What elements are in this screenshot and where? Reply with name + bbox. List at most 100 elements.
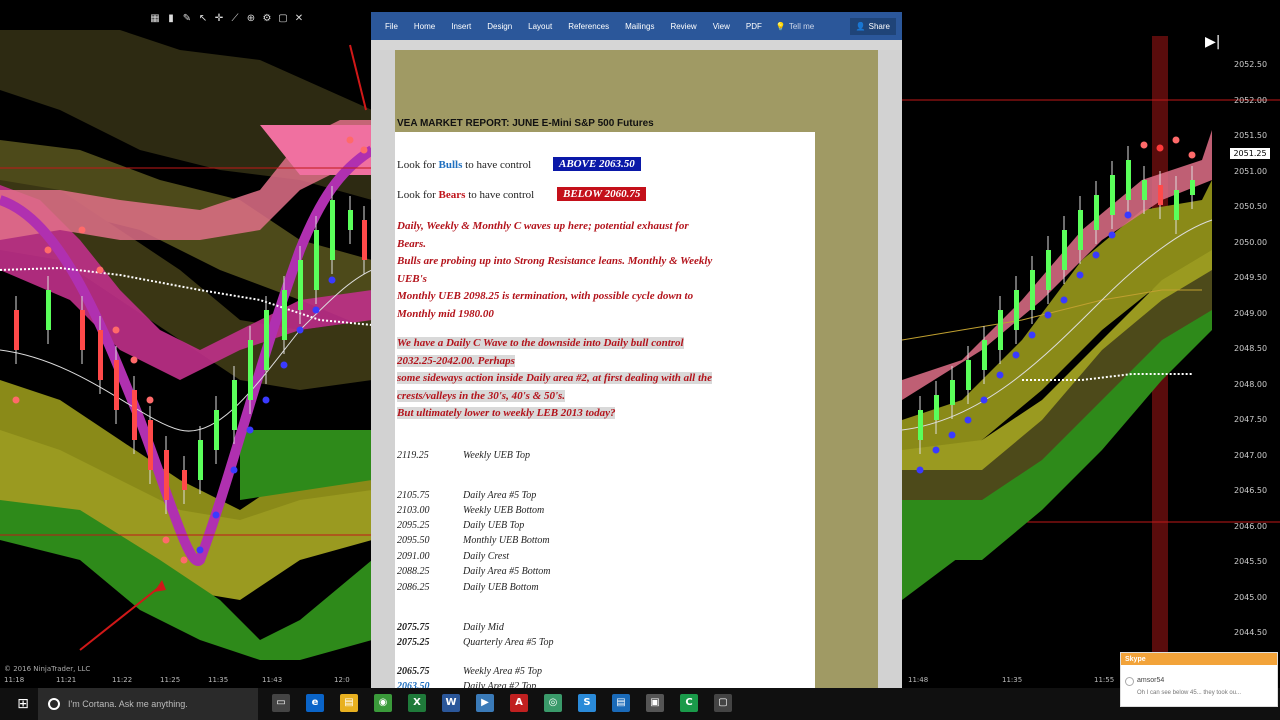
candle-body bbox=[214, 410, 219, 450]
ribbon-tab-home[interactable]: Home bbox=[406, 22, 443, 31]
level-label: Weekly Area #5 Top bbox=[463, 666, 542, 677]
candle-body bbox=[314, 230, 319, 290]
candle-body bbox=[966, 360, 971, 390]
signal-dot bbox=[980, 396, 988, 404]
cortana-search[interactable]: I'm Cortana. Ask me anything. bbox=[38, 688, 258, 720]
chart-icon[interactable]: ▦ bbox=[150, 14, 160, 24]
level-row: 2075.75 Daily Mid bbox=[397, 622, 504, 633]
candle-body bbox=[1110, 175, 1115, 215]
signal-dot bbox=[1012, 351, 1020, 359]
explorer-icon[interactable]: ▤ bbox=[340, 694, 358, 712]
bar-icon[interactable]: ▮ bbox=[166, 14, 176, 24]
left-price-chart[interactable] bbox=[0, 0, 372, 688]
level-row: 2105.75 Daily Area #5 Top bbox=[397, 490, 536, 501]
level-row: 2065.75 Weekly Area #5 Top bbox=[397, 666, 542, 677]
signal-dot bbox=[1092, 251, 1100, 259]
price-tick-label: 2052.50 bbox=[1234, 60, 1268, 69]
close-icon[interactable]: ✕ bbox=[294, 14, 304, 24]
ribbon-tab-file[interactable]: File bbox=[371, 22, 406, 31]
signal-dot bbox=[12, 396, 20, 404]
price-tick-label: 2044.50 bbox=[1234, 628, 1268, 637]
maps-icon[interactable]: ◎ bbox=[544, 694, 562, 712]
skype-notification[interactable]: Skype amsor54 Oh I can see below 45... t… bbox=[1120, 652, 1278, 707]
windows-start-icon[interactable]: ⊞ bbox=[8, 688, 38, 720]
level-label: Monthly UEB Bottom bbox=[463, 535, 550, 546]
level-value: 2105.75 bbox=[397, 490, 430, 501]
level-value: 2088.25 bbox=[397, 566, 430, 577]
signal-dot bbox=[1076, 271, 1084, 279]
media-icon[interactable]: ▶ bbox=[476, 694, 494, 712]
drawing-icon[interactable]: ⟋ bbox=[230, 14, 240, 24]
window-icon[interactable]: ▢ bbox=[278, 14, 288, 24]
level-value: 2095.25 bbox=[397, 520, 430, 531]
chrome-icon[interactable]: ◉ bbox=[374, 694, 392, 712]
candle-body bbox=[14, 310, 19, 350]
word-window: File Home Insert Design Layout References Mail… bbox=[371, 12, 902, 692]
files-icon[interactable]: ▤ bbox=[612, 694, 630, 712]
candle-body bbox=[934, 395, 939, 420]
level-label: Daily Crest bbox=[463, 551, 510, 562]
level-label: Weekly UEB Bottom bbox=[463, 505, 545, 516]
time-tick-label: 12:0 bbox=[334, 676, 350, 684]
play-to-end-icon[interactable]: ▶| bbox=[1205, 34, 1220, 50]
signal-dot bbox=[212, 511, 220, 519]
signal-dot bbox=[230, 466, 238, 474]
highlighted-line: some sideways action inside Daily area #… bbox=[397, 372, 713, 384]
bears-line: Look for Bears to have control bbox=[397, 189, 535, 201]
camtasia-icon[interactable]: C bbox=[680, 694, 698, 712]
signal-dot bbox=[1044, 311, 1052, 319]
price-tick-label: 2051.00 bbox=[1234, 166, 1268, 176]
avatar bbox=[1125, 677, 1134, 686]
signal-dot bbox=[1060, 296, 1068, 304]
skype-icon[interactable]: S bbox=[578, 694, 596, 712]
highlighted-paragraph: We have a Daily C Wave to the downside i… bbox=[397, 335, 815, 423]
signal-dot bbox=[130, 356, 138, 364]
edge-icon[interactable]: e bbox=[306, 694, 324, 712]
excel-icon[interactable]: X bbox=[408, 694, 426, 712]
level-value: 2095.50 bbox=[397, 535, 430, 546]
zoom-icon[interactable]: ⊕ bbox=[246, 14, 256, 24]
signal-dot bbox=[96, 266, 104, 274]
candle-body bbox=[1078, 210, 1083, 250]
level-label: Daily Area #5 Bottom bbox=[463, 566, 551, 577]
crosshair-icon[interactable]: ✛ bbox=[214, 14, 224, 24]
signal-dot bbox=[112, 326, 120, 334]
signal-dot bbox=[162, 536, 170, 544]
candle-body bbox=[264, 310, 269, 370]
candle-body bbox=[1030, 270, 1035, 310]
candle-body bbox=[348, 210, 353, 230]
analysis-line: Daily, Weekly & Monthly C waves up here;… bbox=[397, 220, 689, 232]
share-button[interactable]: 👤 Share bbox=[849, 17, 896, 35]
photos-icon[interactable]: ▣ bbox=[646, 694, 664, 712]
signal-dot bbox=[1028, 331, 1036, 339]
ribbon-tab-pdf[interactable]: PDF bbox=[738, 22, 770, 31]
settings-icon[interactable]: ⚙ bbox=[262, 14, 272, 24]
analysis-line: UEB's bbox=[397, 272, 427, 285]
ribbon-tab-view[interactable]: View bbox=[705, 22, 738, 31]
highlighted-line: We have a Daily C Wave to the downside i… bbox=[397, 337, 684, 349]
ribbon-tab-insert[interactable]: Insert bbox=[443, 22, 479, 31]
level-row: 2075.25 Quarterly Area #5 Top bbox=[397, 637, 553, 648]
level-value: 2086.25 bbox=[397, 582, 430, 593]
ribbon-tab-layout[interactable]: Layout bbox=[520, 22, 560, 31]
pencil-icon[interactable]: ✎ bbox=[182, 14, 192, 24]
analysis-line: Bears. bbox=[397, 237, 427, 250]
signal-dot bbox=[180, 556, 188, 564]
tell-me-search[interactable]: 💡 Tell me bbox=[776, 22, 814, 31]
ribbon-tab-design[interactable]: Design bbox=[479, 22, 520, 31]
price-tick-label: 2045.50 bbox=[1234, 557, 1268, 566]
level-value: 2091.00 bbox=[397, 551, 430, 562]
ribbon-tab-references[interactable]: References bbox=[560, 22, 617, 31]
task-view-icon[interactable]: ▭ bbox=[272, 694, 290, 712]
price-tick-label: 2047.50 bbox=[1234, 415, 1268, 424]
word-icon[interactable]: W bbox=[442, 694, 460, 712]
candle-body bbox=[164, 450, 169, 500]
cursor-icon[interactable]: ↖ bbox=[198, 14, 208, 24]
right-price-chart[interactable] bbox=[902, 0, 1280, 688]
app-icon[interactable]: ▢ bbox=[714, 694, 732, 712]
document-page[interactable]: Look for Bulls to have control ABOVE 206… bbox=[395, 132, 815, 692]
word-ribbon: File Home Insert Design Layout References Mail… bbox=[371, 12, 902, 40]
ribbon-tab-mailings[interactable]: Mailings bbox=[617, 22, 662, 31]
ribbon-tab-review[interactable]: Review bbox=[662, 22, 704, 31]
pdf-icon[interactable]: A bbox=[510, 694, 528, 712]
